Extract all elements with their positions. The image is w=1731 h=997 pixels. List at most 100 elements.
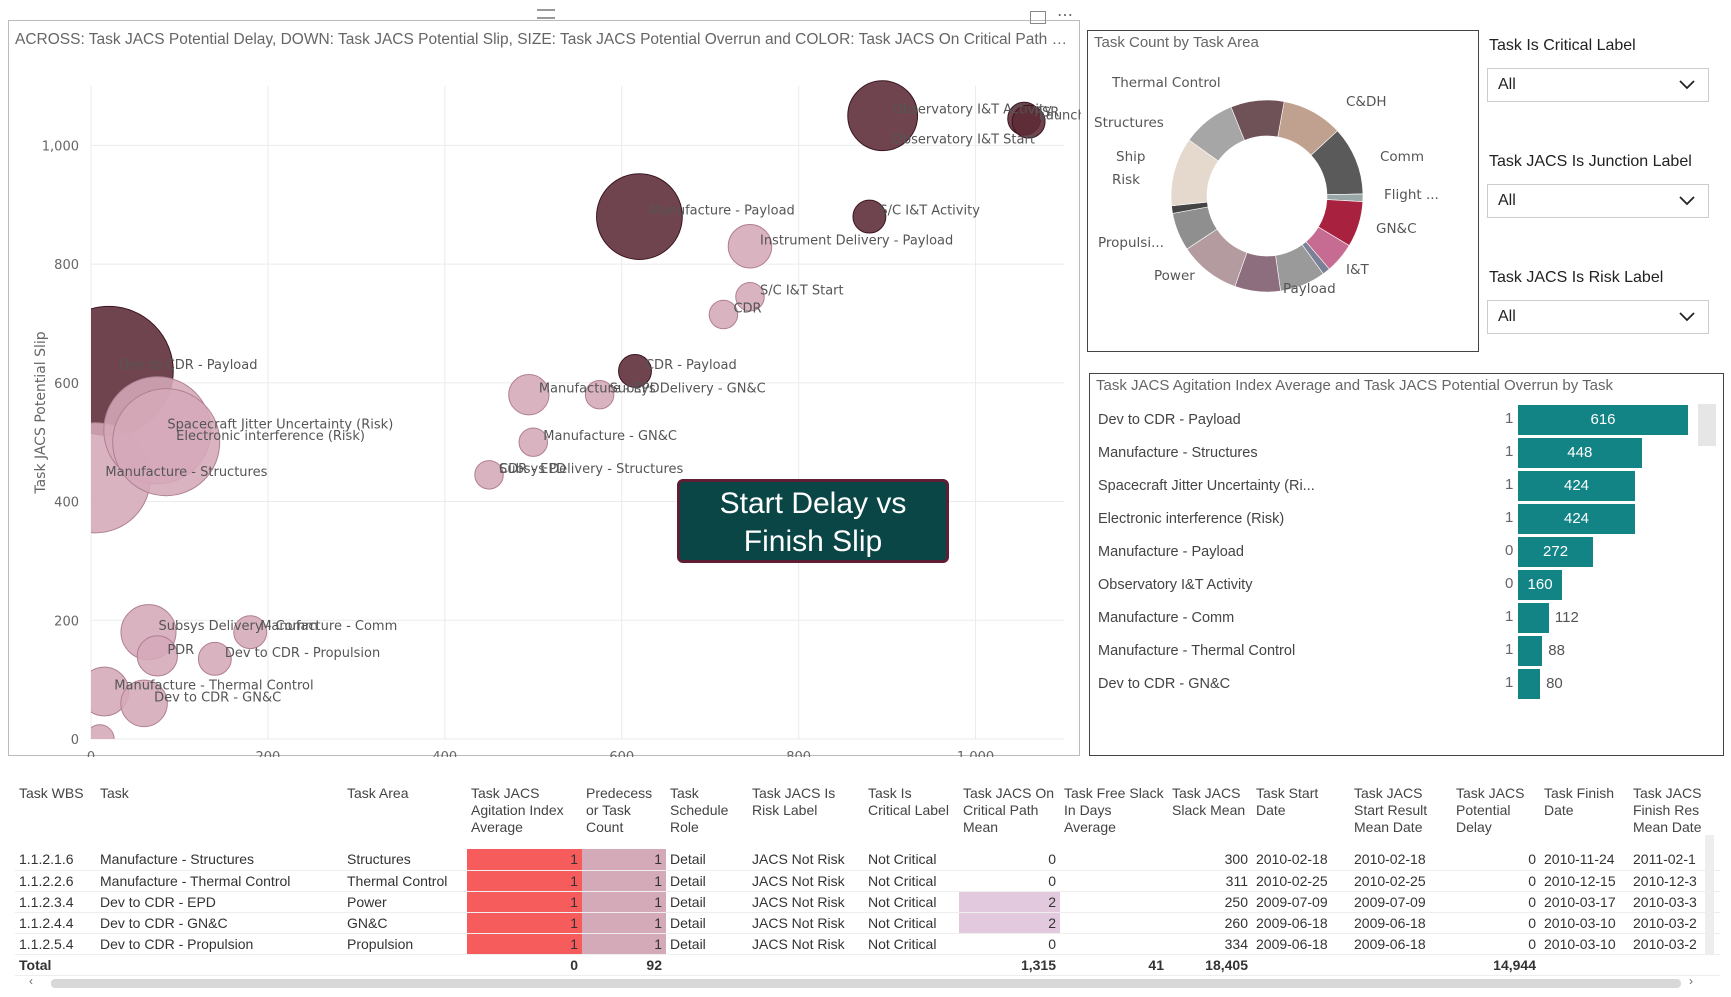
bar-row[interactable]: Manufacture - Thermal Control 1 88 [1090, 636, 1720, 666]
y-tick-label: 0 [71, 733, 79, 748]
vertical-scrollbar[interactable] [1705, 835, 1714, 955]
chevron-down-icon [1678, 191, 1696, 214]
bar-row[interactable]: Manufacture - Structures 1 448 [1090, 438, 1720, 468]
scroll-left-icon[interactable]: ‹ [29, 974, 33, 988]
table-cell: JACS Not Risk [748, 891, 864, 913]
slicer-risk-label: Task JACS Is Risk Label [1489, 269, 1664, 286]
total-cell: 14,944 [1452, 954, 1540, 976]
total-cell [666, 954, 748, 976]
donut-label-ship: Ship [1116, 149, 1145, 165]
scroll-right-icon[interactable]: › [1689, 974, 1693, 988]
column-header[interactable]: Task WBS [15, 785, 96, 849]
table-row[interactable]: 1.1.2.4.4 Dev to CDR - GN&C GN&C 1 1 Detail JA… [15, 912, 1720, 934]
bar-row[interactable]: Manufacture - Payload 0 272 [1090, 537, 1720, 567]
table-cell: 250 [1168, 891, 1252, 913]
column-header[interactable]: Task JACS Is Risk Label [748, 785, 864, 849]
bar-row[interactable]: Dev to CDR - GN&C 1 80 [1090, 669, 1720, 699]
donut-label-structures: Structures [1094, 115, 1164, 131]
column-header[interactable]: Task JACS Agitation Index Average [467, 785, 582, 849]
table-cell: 1 [582, 912, 666, 934]
table-row[interactable]: 1.1.2.3.4 Dev to CDR - EPD Power 1 1 Detail JA… [15, 891, 1720, 913]
bar-agitation-value: 1 [1505, 509, 1514, 526]
table-cell: 260 [1168, 912, 1252, 934]
table-cell: 2010-02-25 [1252, 870, 1350, 892]
table-cell [1060, 891, 1168, 913]
bar-task-label: Dev to CDR - Payload [1098, 412, 1241, 428]
table-cell: JACS Not Risk [748, 933, 864, 955]
column-header[interactable]: Task JACS Start Result Mean Date [1350, 785, 1452, 849]
table-cell: 1 [582, 870, 666, 892]
column-header[interactable]: Task Area [343, 785, 467, 849]
total-cell [1540, 954, 1629, 976]
table-row[interactable]: 1.1.2.5.4 Dev to CDR - Propulsion Propulsi… [15, 933, 1720, 955]
column-header[interactable]: Task JACS Slack Mean [1168, 785, 1252, 849]
total-cell: 1,315 [959, 954, 1060, 976]
table-cell: 1.1.2.3.4 [15, 891, 96, 913]
table-cell: 311 [1168, 870, 1252, 892]
bar-agitation-value: 1 [1505, 476, 1514, 493]
column-header[interactable]: Task [96, 785, 343, 849]
drag-handle-icon[interactable] [537, 9, 555, 19]
column-header[interactable]: Task Schedule Role [666, 785, 748, 849]
bubble-label: CDR - Payload [645, 358, 737, 373]
table-cell: 1.1.2.4.4 [15, 912, 96, 934]
slicer-risk-dropdown[interactable]: All [1487, 300, 1709, 334]
donut-label-comm: Comm [1380, 149, 1424, 165]
table-cell: JACS Not Risk [748, 912, 864, 934]
y-tick-label: 400 [54, 496, 79, 511]
bar-value-label: 80 [1546, 675, 1563, 692]
column-header[interactable]: Predecess or Task Count [582, 785, 666, 849]
bar-task-label: Manufacture - Comm [1098, 610, 1235, 626]
focus-mode-icon[interactable] [1030, 11, 1046, 24]
bar-row[interactable]: Spacecraft Jitter Uncertainty (Ri... 1 424 [1090, 471, 1720, 501]
bubble-label: Launch [1039, 109, 1081, 124]
table-row[interactable]: 1.1.2.2.6 Manufacture - Thermal Control Th… [15, 870, 1720, 892]
column-header[interactable]: Task JACS On Critical Path Mean [959, 785, 1060, 849]
slicer-critical-dropdown[interactable]: All [1487, 68, 1709, 102]
bar-value-label: 160 [1527, 576, 1553, 593]
bar-row[interactable]: Manufacture - Comm 1 112 [1090, 603, 1720, 633]
table-cell: 1 [467, 933, 582, 955]
total-cell [1350, 954, 1452, 976]
bar-scrollbar[interactable] [1698, 404, 1716, 446]
column-header[interactable]: Task Is Critical Label [864, 785, 959, 849]
x-tick-label: 0 [87, 750, 95, 757]
table-row[interactable]: 1.1.2.1.6 Manufacture - Structures Structu… [15, 849, 1720, 871]
table-cell: Detail [666, 870, 748, 892]
slicer-risk-value: All [1498, 308, 1516, 325]
donut-label-it: I&T [1346, 262, 1370, 278]
scatter-chart: 0 0 200 200 400 400 600 600 800 800 1,000 1,000 Task… [33, 80, 1081, 757]
table-cell: 0 [959, 849, 1060, 871]
slicer-junction-dropdown[interactable]: All [1487, 184, 1709, 218]
bar-row[interactable]: Electronic interference (Risk) 1 424 [1090, 504, 1720, 534]
bubble-label: Manufacture - EPD [539, 382, 660, 397]
total-cell [864, 954, 959, 976]
table-cell: 1.1.2.1.6 [15, 849, 96, 871]
table-cell: 0 [959, 933, 1060, 955]
table-cell: Manufacture - Structures [96, 849, 343, 871]
x-tick-label: 200 [255, 750, 280, 757]
column-header[interactable]: Task Free Slack In Days Average [1060, 785, 1168, 849]
bubble-label: CDR [733, 302, 761, 317]
table-cell [1060, 849, 1168, 871]
donut-label-flight: Flight ... [1384, 187, 1439, 203]
bar-agitation-value: 0 [1505, 575, 1514, 592]
table-cell: 2010-02-18 [1252, 849, 1350, 871]
y-tick-label: 800 [54, 258, 79, 273]
bar-row[interactable]: Dev to CDR - Payload 1 616 [1090, 405, 1720, 435]
column-header[interactable]: Task Finish Date [1540, 785, 1629, 849]
table-cell: 1.1.2.5.4 [15, 933, 96, 955]
bubble-label: S/C I&T Start [760, 284, 844, 299]
table-cell: JACS Not Risk [748, 849, 864, 871]
more-options-icon[interactable]: ⋯ [1057, 5, 1073, 25]
table-cell: 2010-03-17 [1540, 891, 1629, 913]
y-tick-label: 200 [54, 614, 79, 629]
table-cell: 0 [1452, 849, 1540, 871]
bar-row[interactable]: Observatory I&T Activity 0 160 [1090, 570, 1720, 600]
column-header[interactable]: Task JACS Potential Delay [1452, 785, 1540, 849]
table-cell: 334 [1168, 933, 1252, 955]
table-cell: 2010-03-10 [1540, 933, 1629, 955]
chevron-down-icon [1678, 75, 1696, 98]
horizontal-scrollbar[interactable] [51, 979, 1681, 988]
column-header[interactable]: Task Start Date [1252, 785, 1350, 849]
